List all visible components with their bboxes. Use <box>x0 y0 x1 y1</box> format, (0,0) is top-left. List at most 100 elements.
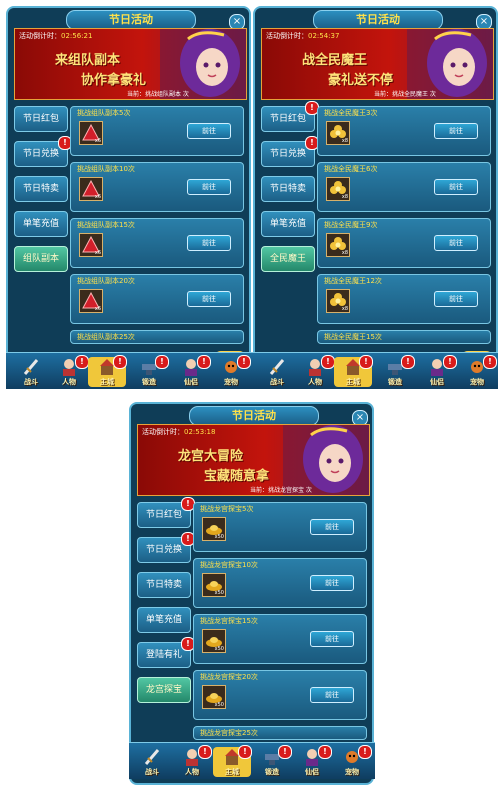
notification-badge-icon: ! <box>197 355 211 369</box>
tab-battle[interactable]: 战斗 <box>258 357 296 387</box>
go-button[interactable]: 前往 <box>434 235 478 251</box>
tab-forge[interactable]: ! 锻造 <box>376 355 415 387</box>
reward-row-title: 挑战组队副本25次 <box>77 333 135 341</box>
sidebar-item-festival-sale[interactable]: 节日特卖 <box>137 572 191 598</box>
tab-companion[interactable]: ! 仙侣 <box>418 355 457 387</box>
sidebar-item-login-gift[interactable]: 登陆有礼! <box>137 637 195 668</box>
reward-row-title: 挑战组队副本5次 <box>77 109 131 117</box>
reward-item-slot[interactable]: x8 <box>326 177 350 201</box>
sidebar-item-world-boss[interactable]: 全民魔王 <box>261 246 315 272</box>
go-button[interactable]: 前往 <box>310 519 354 535</box>
reward-item-slot[interactable]: x50 <box>202 517 226 541</box>
sidebar-item-festival-red-packet[interactable]: 节日红包! <box>261 101 319 132</box>
go-button[interactable]: 前往 <box>187 179 231 195</box>
banner-slogan-line1: 来组队副本 <box>55 53 121 68</box>
go-button[interactable]: 前往 <box>187 123 231 139</box>
tab-character[interactable]: ! 人物 <box>173 745 212 777</box>
bottom-nav-bar: 战斗 ! 人物 ! 主城 ! 锻造 ! 仙侣 ! 宠物 <box>129 742 375 779</box>
sidebar-item-festival-exchange[interactable]: 节日兑换! <box>137 532 195 563</box>
tab-character[interactable]: ! 人物 <box>296 355 335 387</box>
reward-row-title: 挑战组队副本10次 <box>77 165 135 173</box>
sidebar-item-single-recharge[interactable]: 单笔充值 <box>261 211 315 237</box>
sidebar-item-single-recharge[interactable]: 单笔充值 <box>14 211 68 237</box>
go-button[interactable]: 前往 <box>187 291 231 307</box>
sidebar-item-festival-sale[interactable]: 节日特卖 <box>261 176 315 202</box>
event-banner: 活动倒计时：02:53:18 龙宫大冒险 宝藏随意拿 当前：挑战龙宫探宝 次 <box>137 424 370 496</box>
tab-battle[interactable]: 战斗 <box>133 747 171 777</box>
event-banner: 活动倒计时：02:54:37 战全民魔王 豪礼送不停 当前：挑战全民魔王 次 <box>261 28 494 100</box>
notification-badge-icon: ! <box>401 355 415 369</box>
reward-row-title: 挑战龙宫探宝25次 <box>200 729 258 737</box>
reward-list[interactable]: 挑战全民魔王3次 x8 前往 挑战全民魔王6次 x8 前往 挑战全民魔王9次 x… <box>317 106 491 378</box>
notification-badge-icon: ! <box>321 355 335 369</box>
tab-main-city[interactable]: ! 主城 <box>88 355 127 387</box>
countdown: 活动倒计时：02:53:18 <box>142 428 216 436</box>
reward-item-slot[interactable]: x6 <box>79 177 103 201</box>
banner-slogan-line2: 豪礼送不停 <box>328 73 394 88</box>
sidebar-item-festival-exchange[interactable]: 节日兑换! <box>261 136 319 167</box>
countdown: 活动倒计时：02:56:21 <box>19 32 93 40</box>
sidebar-item-festival-sale[interactable]: 节日特卖 <box>14 176 68 202</box>
sword-icon <box>269 359 285 375</box>
reward-row-title: 挑战全民魔王12次 <box>324 277 382 285</box>
reward-item-slot[interactable]: x50 <box>202 629 226 653</box>
sidebar-item-festival-exchange[interactable]: 节日兑换! <box>14 136 72 167</box>
go-button[interactable]: 前往 <box>310 687 354 703</box>
reward-row-partial: 挑战龙宫探宝25次 <box>193 726 367 740</box>
festival-panel-world-boss: 节日活动 × 活动倒计时：02:54:37 战全民魔王 豪礼送不停 当前：挑战全… <box>253 6 498 389</box>
sidebar-item-team-dungeon[interactable]: 组队副本 <box>14 246 68 272</box>
notification-badge-icon: ! <box>483 355 497 369</box>
reward-item-slot[interactable]: x6 <box>79 121 103 145</box>
reward-item-slot[interactable]: x8 <box>326 289 350 313</box>
reward-row-title: 挑战龙宫探宝20次 <box>200 673 258 681</box>
reward-row: 挑战组队副本15次 x6 前往 <box>70 218 244 268</box>
reward-row: 挑战龙宫探宝10次 x50 前往 <box>193 558 367 608</box>
tab-forge[interactable]: ! 锻造 <box>253 745 292 777</box>
reward-row: 挑战全民魔王9次 x8 前往 <box>317 218 491 268</box>
reward-row-title: 挑战组队副本15次 <box>77 221 135 229</box>
reward-row-title: 挑战全民魔王6次 <box>324 165 378 173</box>
notification-badge-icon: ! <box>359 355 373 369</box>
go-button[interactable]: 前往 <box>434 123 478 139</box>
reward-row-partial: 挑战全民魔王15次 <box>317 330 491 344</box>
reward-item-slot[interactable]: x50 <box>202 685 226 709</box>
panel-title: 节日活动 <box>66 10 196 30</box>
reward-row-partial: 挑战组队副本25次 <box>70 330 244 344</box>
reward-row-title: 挑战组队副本20次 <box>77 277 135 285</box>
sidebar-item-dragon-palace[interactable]: 龙宫探宝 <box>137 677 191 703</box>
tab-main-city[interactable]: ! 主城 <box>213 745 252 777</box>
notification-badge-icon: ! <box>443 355 457 369</box>
tab-companion[interactable]: ! 仙侣 <box>293 745 332 777</box>
go-button[interactable]: 前往 <box>310 631 354 647</box>
sidebar-item-festival-red-packet[interactable]: 节日红包 <box>14 106 68 132</box>
sword-icon <box>144 749 160 765</box>
reward-item-slot[interactable]: x8 <box>326 121 350 145</box>
reward-item-slot[interactable]: x6 <box>79 233 103 257</box>
go-button[interactable]: 前往 <box>434 179 478 195</box>
notification-badge-icon: ! <box>318 745 332 759</box>
reward-row: 挑战龙宫探宝20次 x50 前往 <box>193 670 367 720</box>
sidebar: 节日红包 节日兑换! 节日特卖 单笔充值 组队副本 <box>14 106 72 281</box>
reward-item-slot[interactable]: x8 <box>326 233 350 257</box>
tab-pet[interactable]: ! 宠物 <box>333 745 372 777</box>
go-button[interactable]: 前往 <box>187 235 231 251</box>
reward-list[interactable]: 挑战龙宫探宝5次 x50 前往 挑战龙宫探宝10次 x50 前往 挑战龙宫探宝1… <box>193 502 367 774</box>
reward-row: 挑战组队副本20次 x6 前往 <box>70 274 244 324</box>
tab-companion[interactable]: ! 仙侣 <box>172 355 211 387</box>
notification-badge-icon: ! <box>75 355 89 369</box>
reward-item-slot[interactable]: x50 <box>202 573 226 597</box>
reward-row-title: 挑战全民魔王15次 <box>324 333 382 341</box>
tab-character[interactable]: ! 人物 <box>50 355 89 387</box>
tab-pet[interactable]: ! 宠物 <box>212 355 251 387</box>
tab-forge[interactable]: ! 锻造 <box>130 355 169 387</box>
tab-battle[interactable]: 战斗 <box>12 357 50 387</box>
sidebar-item-festival-red-packet[interactable]: 节日红包! <box>137 497 195 528</box>
tab-main-city[interactable]: ! 主城 <box>334 355 373 387</box>
sidebar-item-single-recharge[interactable]: 单笔充值 <box>137 607 191 633</box>
reward-list[interactable]: 挑战组队副本5次 x6 前往 挑战组队副本10次 x6 前往 挑战组队副本15次… <box>70 106 244 378</box>
go-button[interactable]: 前往 <box>434 291 478 307</box>
reward-item-slot[interactable]: x6 <box>79 289 103 313</box>
banner-slogan-line2: 宝藏随意拿 <box>204 469 270 484</box>
go-button[interactable]: 前往 <box>310 575 354 591</box>
tab-pet[interactable]: ! 宠物 <box>458 355 497 387</box>
